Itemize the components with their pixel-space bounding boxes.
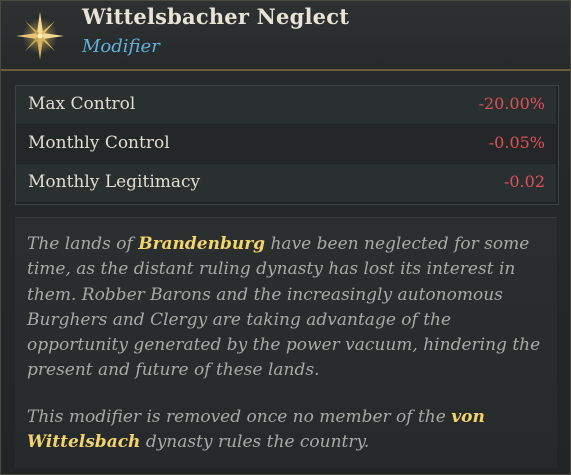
effect-label: Monthly Control — [28, 133, 170, 153]
modifier-type-label: Modifier — [82, 36, 160, 57]
effect-value: -0.02 — [503, 172, 545, 191]
modifier-title: Wittelsbacher Neglect — [82, 4, 350, 29]
description-text: have been neglected for some time, as th… — [27, 234, 541, 381]
location-link-brandenburg[interactable]: Brandenburg — [138, 234, 265, 254]
removal-condition-paragraph: This modifier is removed once no member … — [27, 405, 557, 456]
effect-value: -20.00% — [478, 94, 545, 113]
description-text: This modifier is removed once no member … — [27, 407, 452, 427]
modifier-tooltip: Wittelsbacher Neglect Modifier Max Contr… — [0, 0, 571, 475]
description-paragraph: The lands of Brandenburg have been negle… — [27, 232, 557, 384]
effect-row-monthly-legitimacy: Monthly Legitimacy -0.02 — [16, 164, 556, 202]
effect-row-monthly-control: Monthly Control -0.05% — [16, 125, 556, 163]
modifier-description: The lands of Brandenburg have been negle… — [15, 217, 557, 468]
effect-value: -0.05% — [488, 133, 545, 152]
effect-label: Max Control — [28, 94, 136, 114]
tooltip-header: Wittelsbacher Neglect Modifier — [1, 1, 570, 71]
modifier-effects-table: Max Control -20.00% Monthly Control -0.0… — [15, 85, 559, 205]
description-text: dynasty rules the country. — [140, 432, 370, 453]
effect-row-max-control: Max Control -20.00% — [16, 86, 556, 124]
effect-label: Monthly Legitimacy — [28, 172, 201, 192]
compass-star-icon — [16, 12, 64, 60]
description-text: The lands of — [27, 234, 139, 254]
